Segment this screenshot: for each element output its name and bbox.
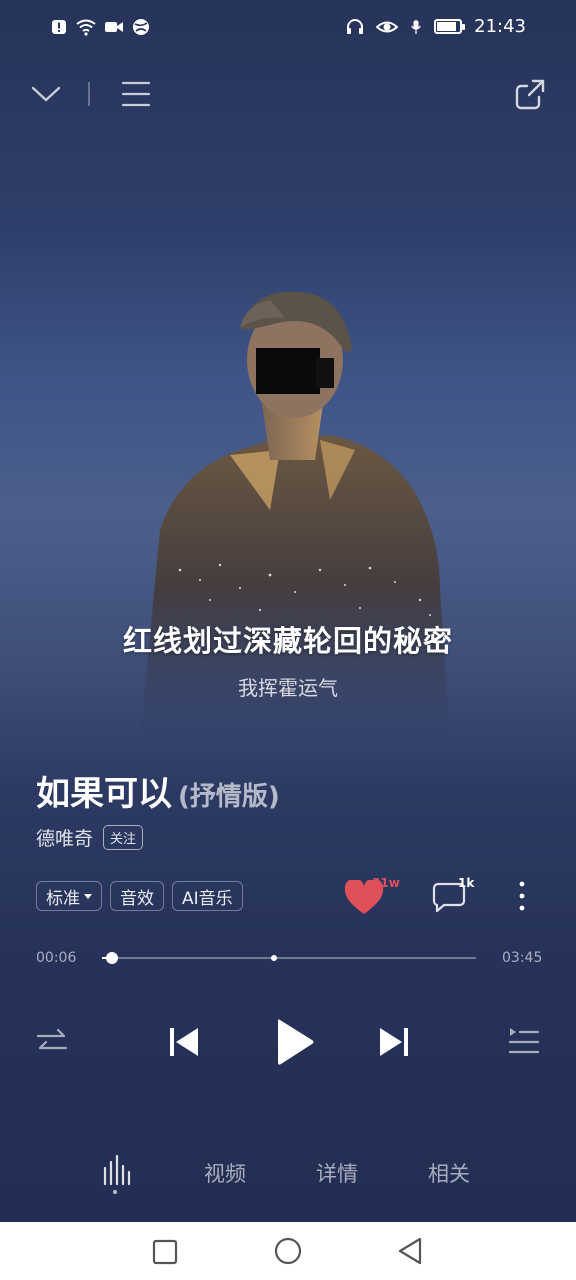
menu-icon	[121, 81, 151, 107]
eye-icon	[376, 21, 399, 32]
divider	[88, 82, 90, 106]
option-chips: 标准 音效 AI音乐	[36, 881, 243, 911]
queue-button[interactable]	[506, 1024, 542, 1060]
back-icon[interactable]	[396, 1237, 424, 1265]
top-bar	[0, 70, 576, 120]
progress-slider[interactable]	[102, 952, 476, 964]
bottom-tabs: 视频 详情 相关	[0, 1150, 576, 1200]
chevron-down-icon	[31, 86, 61, 102]
repeat-order-icon	[36, 1028, 68, 1050]
status-bar: 21:43	[0, 0, 576, 60]
status-right-icons: 21:43	[346, 16, 526, 37]
more-vertical-icon	[519, 881, 525, 911]
song-title: 如果可以 (抒情版)	[36, 766, 280, 815]
globe-icon	[133, 19, 149, 35]
tab-details[interactable]: 详情	[316, 1158, 358, 1188]
tab-video[interactable]: 视频	[204, 1158, 246, 1188]
song-title-text: 如果可以	[36, 774, 172, 814]
share-button[interactable]	[508, 72, 552, 116]
current-lyric[interactable]: 红线划过深藏轮回的秘密	[0, 618, 576, 660]
total-duration: 03:45	[502, 950, 543, 966]
skip-next-icon	[380, 1028, 408, 1056]
skip-previous-icon	[170, 1028, 198, 1056]
active-tab-indicator	[113, 1190, 117, 1194]
mic-icon	[411, 19, 421, 34]
battery-icon	[434, 19, 466, 34]
wifi-icon	[76, 19, 96, 36]
home-icon[interactable]	[274, 1237, 302, 1265]
artist-photo	[140, 291, 450, 740]
status-left-icons	[50, 18, 150, 36]
status-time: 21:43	[474, 16, 526, 37]
system-nav-bar	[0, 1222, 576, 1280]
alert-icon	[52, 20, 66, 34]
ai-music-label: AI音乐	[182, 888, 233, 909]
previous-button[interactable]	[164, 1022, 204, 1062]
play-icon	[278, 1019, 314, 1065]
playlist-menu-button[interactable]	[116, 74, 156, 114]
follow-button[interactable]: 关注	[103, 825, 144, 850]
artist-row: 德唯奇 关注	[36, 824, 144, 851]
like-count: 31w	[372, 876, 400, 890]
caret-down-icon	[84, 893, 92, 899]
comment-count: 1k	[458, 876, 475, 890]
song-version: (抒情版)	[178, 782, 280, 812]
quality-label: 标准	[46, 888, 80, 909]
like-button[interactable]: 31w	[342, 872, 400, 918]
comment-button[interactable]: 1k	[430, 872, 480, 918]
next-lyric[interactable]: 我挥霍运气	[0, 672, 576, 701]
tab-player[interactable]	[101, 1154, 131, 1186]
quality-dropdown[interactable]: 标准	[36, 881, 102, 911]
more-button[interactable]	[510, 878, 534, 914]
share-icon	[515, 79, 545, 110]
play-mode-button[interactable]	[34, 1024, 70, 1060]
sound-effects-button[interactable]: 音效	[110, 881, 164, 911]
headphones-icon	[347, 18, 364, 34]
next-button[interactable]	[374, 1022, 414, 1062]
artist-name[interactable]: 德唯奇	[36, 824, 93, 851]
ai-music-button[interactable]: AI音乐	[172, 881, 243, 911]
queue-list-icon	[508, 1028, 540, 1054]
recent-apps-icon[interactable]	[152, 1239, 178, 1265]
collapse-button[interactable]	[26, 74, 66, 114]
play-button[interactable]	[272, 1014, 318, 1070]
highlight-marker	[271, 955, 278, 961]
progress-knob[interactable]	[106, 952, 119, 964]
tab-related[interactable]: 相关	[428, 1158, 470, 1188]
elapsed-time: 00:06	[36, 950, 77, 966]
video-call-icon	[105, 22, 123, 32]
equalizer-icon	[103, 1154, 131, 1186]
sound-effects-label: 音效	[120, 888, 154, 909]
